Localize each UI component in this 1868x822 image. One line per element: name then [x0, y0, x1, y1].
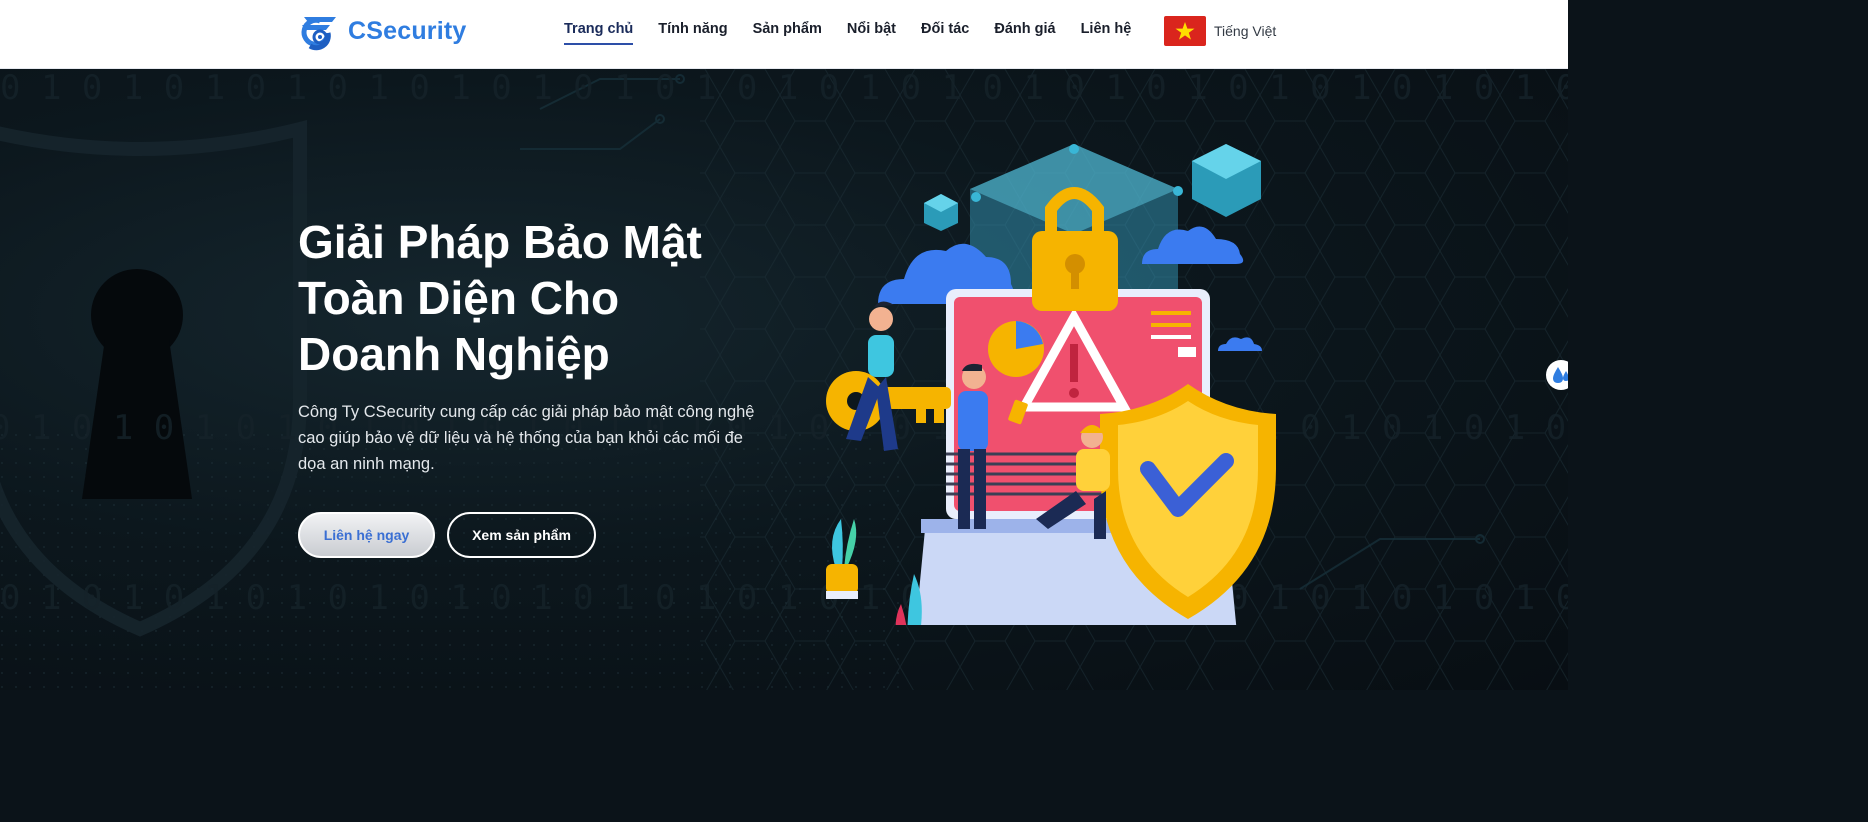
- main-nav: Trang chủ Tính năng Sản phẩm Nổi bật Đối…: [564, 21, 1156, 45]
- hero-title-line-3: Doanh Nghiệp: [298, 328, 610, 380]
- vietnam-flag-icon: [1164, 16, 1206, 46]
- language-switcher[interactable]: Tiếng Việt: [1164, 16, 1276, 46]
- cybersecurity-illustration: [826, 144, 1276, 625]
- nav-item-partners[interactable]: Đối tác: [921, 21, 969, 45]
- hero-title: Giải Pháp Bảo Mật Toàn Diện Cho Doanh Ng…: [298, 214, 778, 382]
- nav-item-features[interactable]: Tính năng: [658, 21, 727, 45]
- background-pattern: 0 1 0 1 0 1 0 1 0 1 0 1 0 1 0 1 0 1 0 1 …: [0, 69, 1568, 690]
- brand-name: CSecurity: [348, 16, 467, 45]
- keyhole-icon: [82, 269, 192, 499]
- nav-item-contact[interactable]: Liên hệ: [1081, 21, 1132, 45]
- floating-chat-widget[interactable]: [1546, 360, 1568, 390]
- brand-logo[interactable]: CSecurity: [298, 9, 467, 53]
- nav-item-highlights[interactable]: Nổi bật: [847, 21, 896, 45]
- site-header: CSecurity Trang chủ Tính năng Sản phẩm N…: [0, 0, 1568, 69]
- hero-title-line-1: Giải Pháp Bảo Mật: [298, 216, 702, 268]
- language-label: Tiếng Việt: [1214, 23, 1277, 39]
- contact-now-button[interactable]: Liên hệ ngay: [298, 512, 435, 558]
- hero-section: 0 1 0 1 0 1 0 1 0 1 0 1 0 1 0 1 0 1 0 1 …: [0, 69, 1568, 690]
- plant-icon: [826, 519, 922, 625]
- hero-description: Công Ty CSecurity cung cấp các giải pháp…: [298, 403, 755, 473]
- view-products-button[interactable]: Xem sản phẩm: [447, 512, 596, 558]
- hero-title-line-2: Toàn Diện Cho: [298, 272, 620, 324]
- nav-item-home[interactable]: Trang chủ: [564, 21, 634, 45]
- nav-item-products[interactable]: Sản phẩm: [753, 21, 822, 45]
- nav-item-reviews[interactable]: Đánh giá: [994, 21, 1055, 45]
- binary-digits-decoration: 0 1 0 1 0 1 0 1 0 1 0 1 0 1 0 1 0 1 0 1 …: [0, 69, 1568, 108]
- binary-digits-decoration: 0 1 0 1 0 1 0 1 0 1 0 1 0 1 0 1 0 1 0 1 …: [0, 408, 1568, 448]
- shield-c-logo-icon: [301, 17, 336, 51]
- binary-digits-decoration: 0 1 0 1 0 1 0 1 0 1 0 1 0 1 0 1 0 1 0 1 …: [0, 578, 1568, 618]
- water-drop-icon: [1553, 367, 1568, 383]
